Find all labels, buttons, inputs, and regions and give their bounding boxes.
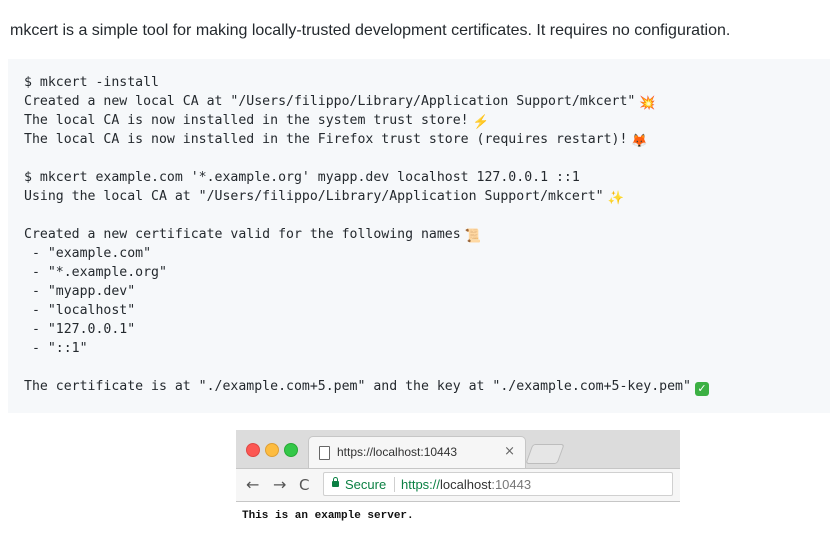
code-line: $ mkcert example.com '*.example.org' mya… xyxy=(24,170,580,185)
code-line: - "::1" xyxy=(24,341,88,356)
browser-screenshot: https://localhost:10443 × ← → C Secure h… xyxy=(236,430,680,540)
intro-text: mkcert is a simple tool for making local… xyxy=(10,22,731,39)
sparkles-emoji-icon: ✨ xyxy=(607,191,625,206)
code-line: - "127.0.0.1" xyxy=(24,322,136,337)
page-content-text: This is an example server. xyxy=(242,510,414,522)
browser-toolbar: ← → C Secure https://localhost:10443 xyxy=(236,469,680,502)
fox-emoji-icon: 🦊 xyxy=(631,134,648,149)
url-text: https://localhost:10443 xyxy=(401,477,531,492)
code-block: $ mkcert -install Created a new local CA… xyxy=(8,59,830,413)
minimize-window-icon[interactable] xyxy=(265,443,279,457)
code-line: The local CA is now installed in the sys… xyxy=(24,113,490,130)
page-icon xyxy=(319,446,330,460)
new-tab-button[interactable] xyxy=(525,444,565,464)
tab-bar: https://localhost:10443 × xyxy=(236,430,680,469)
code-line: The certificate is at "./example.com+5.p… xyxy=(24,377,830,396)
reload-icon[interactable]: C xyxy=(299,476,309,494)
code-line: - "*.example.org" xyxy=(24,265,167,280)
tab-title: https://localhost:10443 xyxy=(337,445,458,459)
code-line: - "localhost" xyxy=(24,303,136,318)
check-mark-emoji-icon: ✓ xyxy=(694,382,709,396)
forward-arrow-icon[interactable]: → xyxy=(273,475,286,494)
code-line: - "myapp.dev" xyxy=(24,284,136,299)
secure-label: Secure xyxy=(345,477,387,492)
code-line: Using the local CA at "/Users/filippo/Li… xyxy=(24,189,625,206)
back-arrow-icon[interactable]: ← xyxy=(246,475,259,494)
code-line: Created a new local CA at "/Users/filipp… xyxy=(24,94,656,111)
url-scheme: https:// xyxy=(401,477,441,492)
close-window-icon[interactable] xyxy=(246,443,260,457)
code-line: Created a new certificate valid for the … xyxy=(24,227,482,244)
tab-close-icon[interactable]: × xyxy=(504,444,515,459)
url-port: :10443 xyxy=(491,477,532,492)
collision-emoji-icon: 💥 xyxy=(639,96,656,111)
browser-tab[interactable]: https://localhost:10443 × xyxy=(308,436,526,468)
code-line: $ mkcert -install xyxy=(24,75,159,90)
code-line: The local CA is now installed in the Fir… xyxy=(24,132,648,149)
address-separator xyxy=(394,477,395,492)
url-host: localhost xyxy=(440,477,492,492)
maximize-window-icon[interactable] xyxy=(284,443,298,457)
code-line: - "example.com" xyxy=(24,246,152,261)
lock-icon xyxy=(332,477,339,487)
scroll-emoji-icon: 📜 xyxy=(464,229,482,244)
address-bar[interactable]: Secure https://localhost:10443 xyxy=(323,472,673,496)
